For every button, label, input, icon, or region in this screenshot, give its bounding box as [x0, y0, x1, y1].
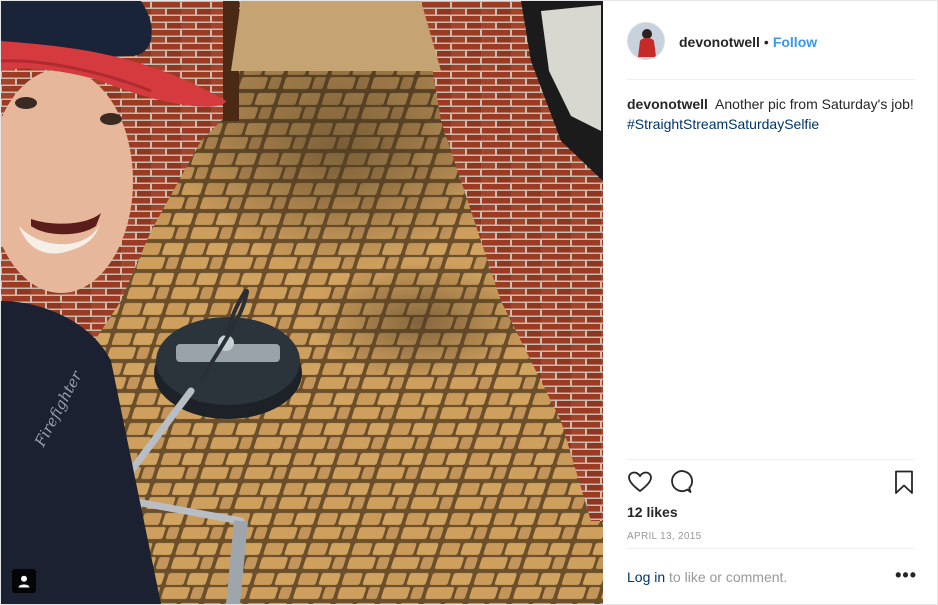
header-text: devonotwell • Follow	[679, 34, 817, 50]
tagged-people-button[interactable]	[12, 569, 36, 593]
post-date: APRIL 13, 2015	[627, 531, 702, 542]
header-divider	[627, 79, 915, 80]
avatar-person-icon	[628, 23, 664, 59]
comment-icon[interactable]	[667, 469, 693, 495]
comment-prompt-text: to like or comment.	[665, 569, 788, 585]
more-options-button[interactable]: •••	[895, 565, 917, 586]
action-bar	[627, 469, 917, 499]
post-header: devonotwell • Follow	[603, 1, 937, 79]
person-tag-icon	[18, 575, 30, 587]
bookmark-icon[interactable]	[891, 469, 917, 495]
caption-text: Another pic from Saturday's job!	[715, 96, 914, 112]
post-sidebar: devonotwell • Follow devonotwell Another p…	[603, 1, 937, 604]
header-username[interactable]: devonotwell	[679, 34, 760, 50]
comment-prompt: Log in to like or comment. •••	[627, 565, 917, 585]
post-photo[interactable]: Firefighter	[1, 1, 603, 604]
instagram-post: Firefighter devonotwell • Follow devonot…	[0, 0, 938, 605]
follow-button[interactable]: Follow	[773, 34, 817, 50]
avatar[interactable]	[627, 22, 665, 60]
likes-count[interactable]: 12 likes	[627, 504, 678, 520]
caption: devonotwell Another pic from Saturday's …	[627, 94, 917, 134]
separator-dot: •	[763, 34, 769, 50]
heart-icon[interactable]	[627, 469, 653, 495]
selfie-scene	[1, 1, 603, 604]
comment-divider	[627, 548, 915, 549]
login-link[interactable]: Log in	[627, 569, 665, 585]
caption-username[interactable]: devonotwell	[627, 96, 708, 112]
actions-divider	[627, 459, 915, 460]
caption-hashtag[interactable]: #StraightStreamSaturdaySelfie	[627, 116, 819, 132]
